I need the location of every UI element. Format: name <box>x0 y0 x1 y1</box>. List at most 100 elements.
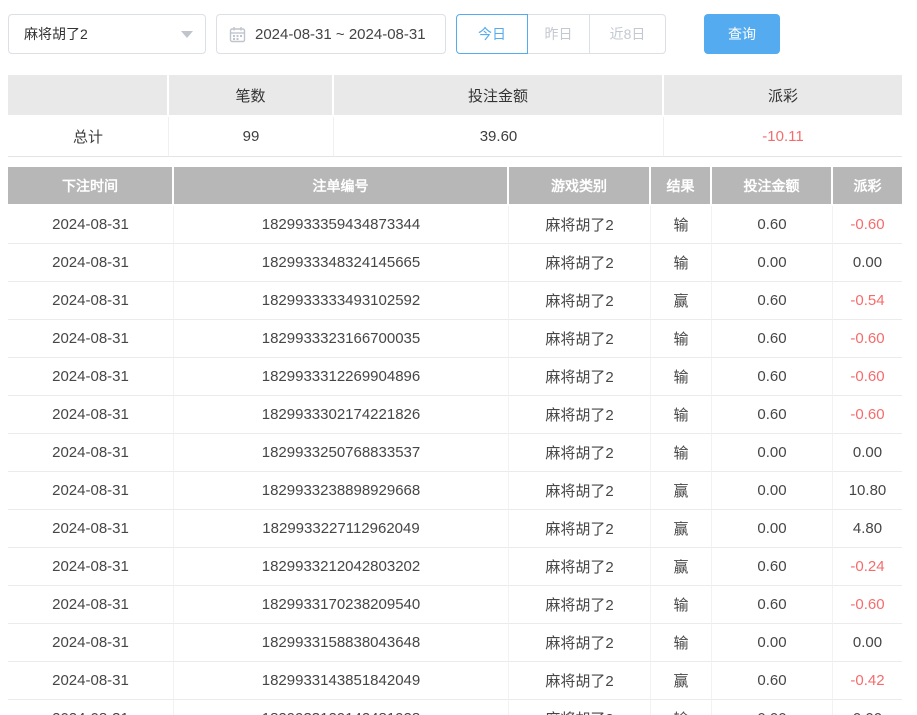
cell-game: 麻将胡了2 <box>509 434 651 472</box>
cell-date: 2024-08-31 <box>8 472 174 510</box>
cell-amount: 0.60 <box>712 282 833 320</box>
cell-bet-id: 1829933129142481928 <box>174 700 509 715</box>
date-range-picker[interactable]: 2024-08-31 ~ 2024-08-31 <box>216 14 446 54</box>
cell-bet-id: 1829933302174221826 <box>174 396 509 434</box>
cell-date: 2024-08-31 <box>8 548 174 586</box>
cell-payout: -0.42 <box>833 662 902 700</box>
summary-header-bet-amount: 投注金额 <box>334 75 664 115</box>
cell-payout: -0.60 <box>833 586 902 624</box>
game-select-value: 麻将胡了2 <box>24 24 181 44</box>
calendar-icon <box>229 26 246 43</box>
col-header-bet-amount: 投注金额 <box>712 167 833 204</box>
table-row: 2024-08-31 1829933129142481928 麻将胡了2 输 0… <box>8 700 902 715</box>
table-row: 2024-08-31 1829933302174221826 麻将胡了2 输 0… <box>8 396 902 434</box>
cell-date: 2024-08-31 <box>8 358 174 396</box>
summary-total-label: 总计 <box>8 117 169 157</box>
cell-bet-id: 1829933143851842049 <box>174 662 509 700</box>
date-range-value: 2024-08-31 ~ 2024-08-31 <box>255 26 426 43</box>
table-row: 2024-08-31 1829933170238209540 麻将胡了2 输 0… <box>8 586 902 624</box>
cell-date: 2024-08-31 <box>8 244 174 282</box>
cell-result: 输 <box>651 586 712 624</box>
cell-result: 赢 <box>651 472 712 510</box>
yesterday-button[interactable]: 昨日 <box>528 14 590 54</box>
quick-range-group: 今日 昨日 近8日 <box>456 14 666 54</box>
game-select[interactable]: 麻将胡了2 <box>8 14 206 54</box>
table-row: 2024-08-31 1829933227112962049 麻将胡了2 赢 0… <box>8 510 902 548</box>
betting-records-page: 麻将胡了2 2024-08-31 ~ 2024-08-31 <box>0 0 917 715</box>
cell-game: 麻将胡了2 <box>509 624 651 662</box>
today-button[interactable]: 今日 <box>456 14 528 54</box>
cell-payout: -0.54 <box>833 282 902 320</box>
cell-result: 输 <box>651 206 712 244</box>
cell-amount: 0.60 <box>712 586 833 624</box>
cell-result: 赢 <box>651 282 712 320</box>
cell-date: 2024-08-31 <box>8 282 174 320</box>
cell-result: 输 <box>651 358 712 396</box>
table-row: 2024-08-31 1829933238898929668 麻将胡了2 赢 0… <box>8 472 902 510</box>
cell-bet-id: 1829933158838043648 <box>174 624 509 662</box>
cell-result: 输 <box>651 434 712 472</box>
cell-payout: 4.80 <box>833 510 902 548</box>
cell-game: 麻将胡了2 <box>509 320 651 358</box>
cell-amount: 0.60 <box>712 358 833 396</box>
cell-date: 2024-08-31 <box>8 434 174 472</box>
col-header-bet-id: 注单编号 <box>174 167 509 204</box>
cell-date: 2024-08-31 <box>8 510 174 548</box>
cell-game: 麻将胡了2 <box>509 586 651 624</box>
cell-payout: 10.80 <box>833 472 902 510</box>
col-header-result: 结果 <box>651 167 712 204</box>
cell-date: 2024-08-31 <box>8 662 174 700</box>
cell-result: 输 <box>651 244 712 282</box>
summary-payout-value: -10.11 <box>664 117 902 157</box>
summary-count-value: 99 <box>169 117 334 157</box>
cell-date: 2024-08-31 <box>8 624 174 662</box>
cell-game: 麻将胡了2 <box>509 472 651 510</box>
cell-bet-id: 1829933312269904896 <box>174 358 509 396</box>
table-row: 2024-08-31 1829933250768833537 麻将胡了2 输 0… <box>8 434 902 472</box>
table-row: 2024-08-31 1829933359434873344 麻将胡了2 输 0… <box>8 206 902 244</box>
cell-amount: 0.00 <box>712 244 833 282</box>
cell-bet-id: 1829933323166700035 <box>174 320 509 358</box>
cell-amount: 0.00 <box>712 472 833 510</box>
cell-date: 2024-08-31 <box>8 206 174 244</box>
cell-result: 赢 <box>651 510 712 548</box>
cell-amount: 0.60 <box>712 206 833 244</box>
cell-amount: 0.60 <box>712 548 833 586</box>
cell-bet-id: 1829933212042803202 <box>174 548 509 586</box>
cell-payout: 0.00 <box>833 624 902 662</box>
cell-amount: 0.60 <box>712 396 833 434</box>
cell-result: 输 <box>651 396 712 434</box>
cell-result: 输 <box>651 624 712 662</box>
cell-game: 麻将胡了2 <box>509 396 651 434</box>
cell-bet-id: 1829933238898929668 <box>174 472 509 510</box>
table-row: 2024-08-31 1829933348324145665 麻将胡了2 输 0… <box>8 244 902 282</box>
col-header-payout: 派彩 <box>833 167 902 204</box>
cell-amount: 0.00 <box>712 510 833 548</box>
cell-game: 麻将胡了2 <box>509 206 651 244</box>
query-button[interactable]: 查询 <box>704 14 780 54</box>
table-row: 2024-08-31 1829933312269904896 麻将胡了2 输 0… <box>8 358 902 396</box>
table-row: 2024-08-31 1829933212042803202 麻将胡了2 赢 0… <box>8 548 902 586</box>
col-header-bet-time: 下注时间 <box>8 167 174 204</box>
cell-amount: 0.60 <box>712 320 833 358</box>
summary-total-row: 总计 99 39.60 -10.11 <box>8 117 902 157</box>
table-row: 2024-08-31 1829933143851842049 麻将胡了2 赢 0… <box>8 662 902 700</box>
cell-payout: -0.60 <box>833 358 902 396</box>
cell-amount: 0.00 <box>712 700 833 715</box>
bet-table: 下注时间 注单编号 游戏类别 结果 投注金额 派彩 2024-08-31 182… <box>8 167 902 715</box>
summary-table: 笔数 投注金额 派彩 总计 99 39.60 -10.11 <box>8 75 902 157</box>
cell-date: 2024-08-31 <box>8 396 174 434</box>
cell-game: 麻将胡了2 <box>509 548 651 586</box>
cell-payout: -0.24 <box>833 548 902 586</box>
table-row: 2024-08-31 1829933333493102592 麻将胡了2 赢 0… <box>8 282 902 320</box>
cell-result: 输 <box>651 700 712 715</box>
summary-header-count: 笔数 <box>169 75 334 115</box>
cell-bet-id: 1829933170238209540 <box>174 586 509 624</box>
cell-bet-id: 1829933250768833537 <box>174 434 509 472</box>
cell-bet-id: 1829933348324145665 <box>174 244 509 282</box>
cell-payout: 0.00 <box>833 700 902 715</box>
filter-toolbar: 麻将胡了2 2024-08-31 ~ 2024-08-31 <box>8 14 902 54</box>
cell-date: 2024-08-31 <box>8 700 174 715</box>
last-8-days-button[interactable]: 近8日 <box>590 14 666 54</box>
summary-header-payout: 派彩 <box>664 75 902 115</box>
